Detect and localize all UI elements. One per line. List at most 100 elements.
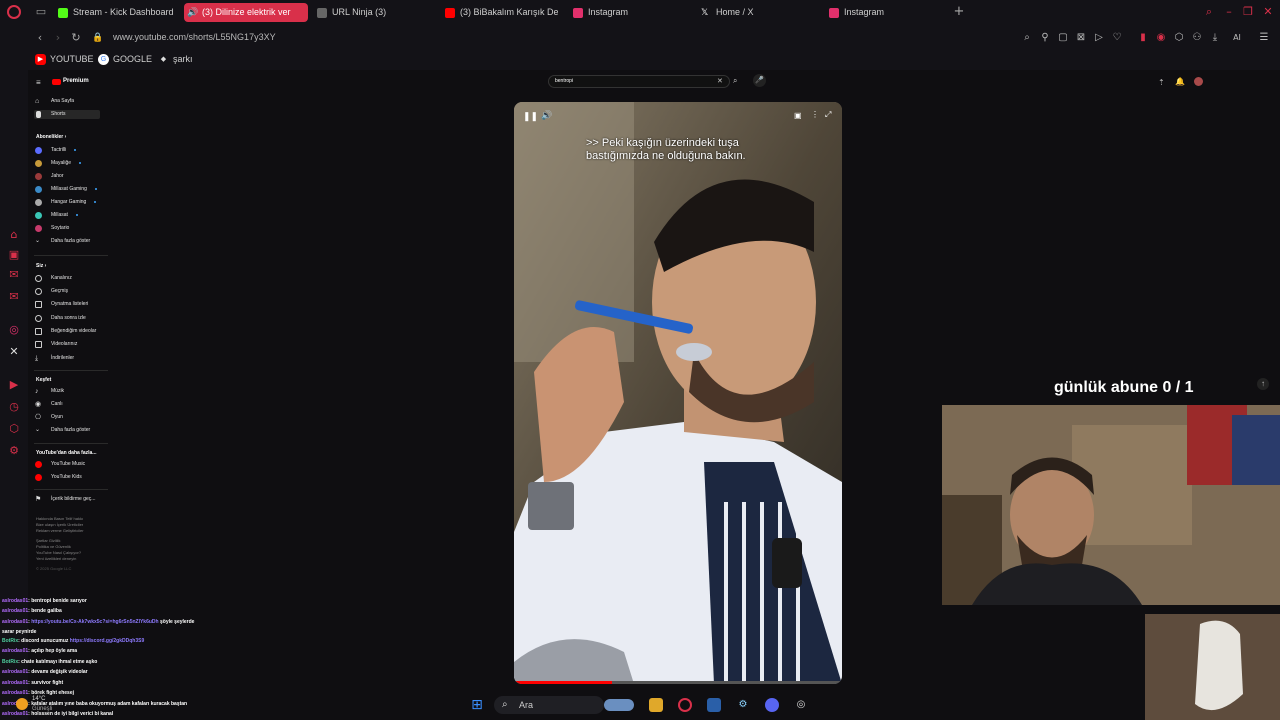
extension-icon[interactable]: ▮	[1137, 32, 1149, 44]
discord-icon[interactable]	[765, 698, 779, 712]
obs-icon[interactable]: ◎	[794, 698, 808, 712]
back-icon[interactable]: ‹	[33, 31, 47, 45]
footer-links[interactable]: Bize ulaşın İçerik Üreticiler	[36, 522, 83, 527]
instagram-icon[interactable]: ◎	[7, 323, 21, 337]
new-tab-button[interactable]: +	[952, 5, 966, 19]
fullscreen-icon[interactable]: ⤢	[825, 110, 831, 120]
extensions-icon[interactable]: ⬡	[7, 422, 21, 436]
app-icon[interactable]	[707, 698, 721, 712]
explore-item[interactable]: ◉ Canlı	[34, 400, 63, 409]
you-item[interactable]: Videolarınız	[34, 340, 77, 349]
captions-icon[interactable]: ▣	[794, 111, 802, 120]
explore-item[interactable]: ♪ Müzik	[34, 387, 64, 396]
url-field[interactable]: www.youtube.com/shorts/L55NG17y3XY	[113, 32, 276, 42]
avatar[interactable]	[1194, 77, 1203, 86]
player-icon[interactable]: ▷	[1093, 32, 1105, 44]
youtube-logo-icon[interactable]	[52, 79, 61, 85]
subs-show-more[interactable]: ⌄ Daha fazla göster	[34, 237, 90, 246]
search-input[interactable]	[555, 78, 705, 84]
pause-icon[interactable]: ❚❚	[523, 111, 538, 122]
sub-channel[interactable]: Millasat	[34, 211, 78, 220]
sub-channel[interactable]: Hangar Gaming	[34, 198, 97, 207]
search-tabs-icon[interactable]: ⌕	[1202, 5, 1216, 19]
x-icon[interactable]: ✕	[7, 345, 21, 359]
snapshot-icon[interactable]: ▢	[1057, 32, 1069, 44]
close-window-button[interactable]: ✕	[1261, 5, 1275, 19]
tab-x-home[interactable]: 𝕏 Home / X	[698, 3, 816, 22]
minimize-button[interactable]: –	[1222, 5, 1236, 19]
reload-icon[interactable]: ↻	[69, 31, 83, 45]
windows-start-icon[interactable]: ⊞	[470, 698, 484, 712]
sub-channel[interactable]: Jahor	[34, 172, 64, 181]
explore-show-more[interactable]: ⌄ Daha fazla göster	[34, 426, 90, 435]
weather-sun-icon[interactable]	[16, 698, 28, 710]
you-item[interactable]: Oynatma listeleri	[34, 300, 88, 309]
clear-search-icon[interactable]: ✕	[717, 77, 723, 85]
restore-button[interactable]: ❐	[1241, 5, 1255, 19]
bookmark-sarki[interactable]: ◆ şarkı	[158, 54, 193, 64]
footer-links[interactable]: Yeni özellikleri deneyin	[36, 556, 76, 561]
history-icon[interactable]: ◷	[7, 400, 21, 414]
youtube-premium-logo[interactable]: Premium	[63, 78, 89, 84]
tab-instagram[interactable]: Instagram	[570, 3, 688, 22]
taskbar-search[interactable]: ⌕ Ara	[494, 696, 634, 714]
settings-icon[interactable]: ⚙	[7, 444, 21, 458]
sub-channel[interactable]: Millasat Gaming	[34, 185, 97, 194]
more-item[interactable]: YouTube Music	[34, 460, 85, 469]
shorts-video-player[interactable]: ❚❚ 🔊 ▣ ⋮ ⤢ >> Peki kaşığın üzerindeki tu…	[514, 102, 842, 684]
footer-links[interactable]: Reklam verme Geliştiriciler	[36, 528, 84, 533]
profile-icon[interactable]: ⚇	[1191, 32, 1203, 44]
microphone-icon[interactable]: 🎤	[753, 74, 766, 87]
you-header[interactable]: Siz ›	[36, 263, 46, 269]
messenger-icon[interactable]: ✉	[7, 268, 21, 282]
home-icon[interactable]: ⌂	[7, 228, 21, 242]
more-item[interactable]: YouTube Kids	[34, 473, 82, 482]
pin-icon[interactable]: ⚲	[1039, 32, 1051, 44]
steam-icon[interactable]: ⚙	[736, 698, 750, 712]
extension-icon[interactable]: ◉	[1155, 32, 1167, 44]
sub-channel[interactable]: Mayaliğe	[34, 159, 82, 168]
tab-instagram-2[interactable]: Instagram	[826, 3, 944, 22]
adblock-icon[interactable]: ⊠	[1075, 32, 1087, 44]
puzzle-icon[interactable]: ⬡	[1173, 32, 1185, 44]
mail-icon[interactable]: ✉	[7, 290, 21, 304]
you-item[interactable]: Kanalınız	[34, 274, 72, 283]
heart-icon[interactable]: ♡	[1111, 32, 1123, 44]
weather-temp[interactable]: 14°C	[32, 696, 45, 702]
tab-kick-dashboard[interactable]: Stream - Kick Dashboard	[55, 3, 181, 22]
footer-links[interactable]: Şartlar Gizlilik	[36, 538, 60, 543]
create-icon[interactable]: ⇡	[1158, 78, 1165, 87]
footer-links[interactable]: Politika ve Güvenlik	[36, 544, 71, 549]
search-icon[interactable]: ⌕	[733, 76, 737, 86]
you-item[interactable]: Beğendiğim videolar	[34, 327, 96, 336]
weather-label[interactable]: Güneşli	[32, 706, 52, 712]
footer-links[interactable]: Hakkında Basın Telif hakkı	[36, 516, 83, 521]
sub-channel[interactable]: Soytario	[34, 224, 69, 233]
nav-home[interactable]: ⌂ Ana Sayfa	[34, 97, 74, 106]
volume-icon[interactable]: 🔊	[541, 110, 552, 121]
workspaces-icon[interactable]: ▭	[34, 5, 48, 19]
file-explorer-icon[interactable]	[649, 698, 663, 712]
report-history[interactable]: ⚑ İçerik bildirme geç...	[34, 495, 95, 504]
menu-icon[interactable]: ☰	[1258, 32, 1270, 44]
opera-icon[interactable]	[678, 698, 692, 712]
scroll-up-icon[interactable]: ↑	[1257, 378, 1269, 390]
ai-button[interactable]: AI	[1227, 32, 1247, 44]
wallet-icon[interactable]: ▣	[7, 248, 21, 262]
notifications-icon[interactable]: 🔔	[1175, 77, 1185, 86]
download-icon[interactable]: ⤓	[1209, 32, 1221, 44]
more-options-icon[interactable]: ⋮	[811, 110, 819, 119]
bookmark-youtube[interactable]: ▶ YOUTUBE	[35, 54, 94, 65]
tab-url-ninja[interactable]: URL Ninja (3)	[314, 3, 436, 22]
subscriptions-header[interactable]: Abonelikler ›	[36, 134, 66, 140]
player-icon[interactable]: ▶	[7, 378, 21, 392]
footer-links[interactable]: YouTube Nasıl Çalışıyor?	[36, 550, 81, 555]
you-item[interactable]: Geçmiş	[34, 287, 68, 296]
forward-icon[interactable]: ›	[51, 31, 65, 45]
opera-logo-icon[interactable]	[7, 5, 21, 19]
you-item[interactable]: ⤓ İndirilenler	[34, 354, 74, 363]
zoom-icon[interactable]: ⌕	[1021, 32, 1033, 44]
explore-item[interactable]: ⎔ Oyun	[34, 413, 63, 422]
tab-youtube-short[interactable]: 🔊 (3) Dilinize elektrik ver	[184, 3, 308, 22]
tab-bibakalim[interactable]: (3) BiBakalım Karışık Derl	[442, 3, 558, 22]
